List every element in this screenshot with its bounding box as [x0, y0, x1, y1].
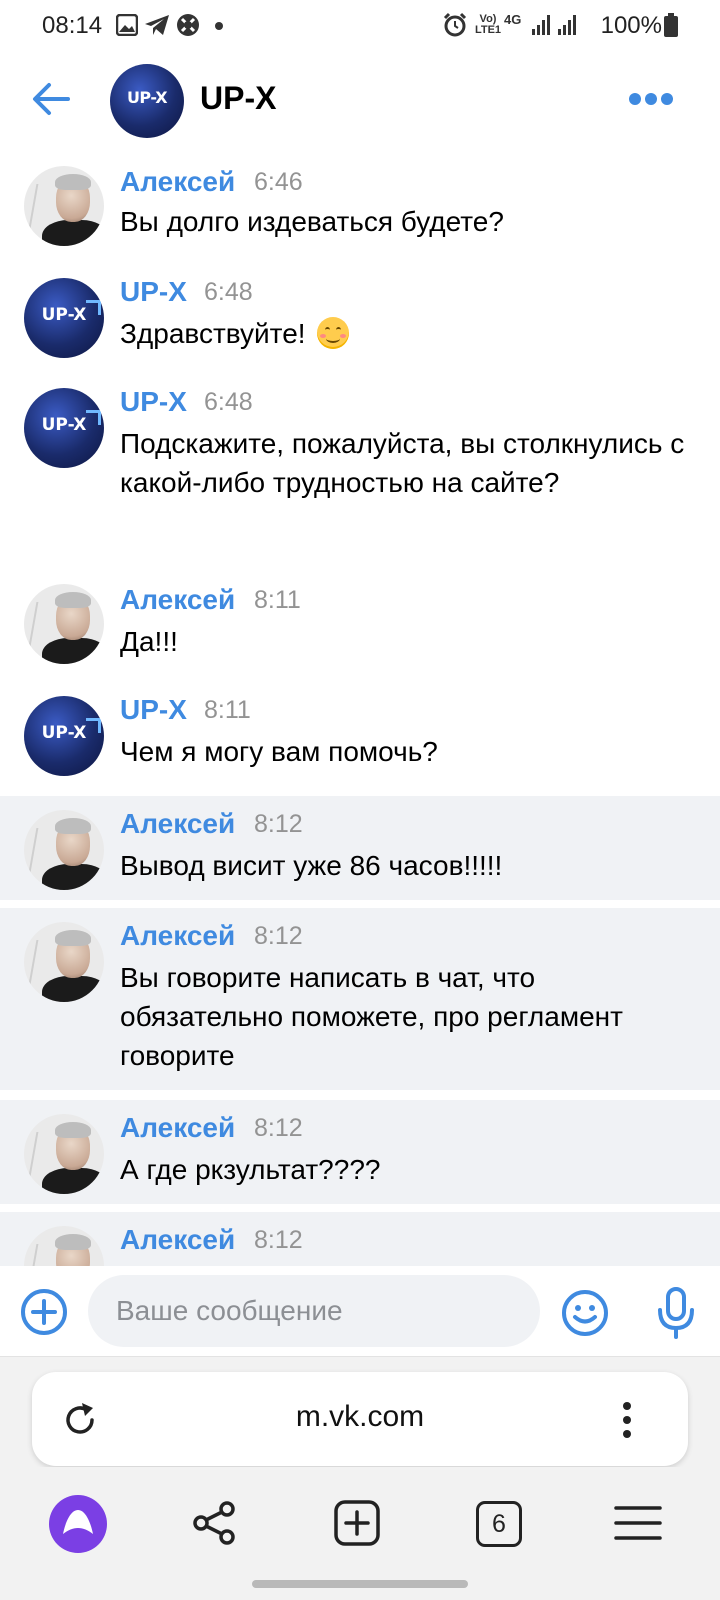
- message-text: Вы говорите написать в чат, что обязател…: [120, 962, 623, 1071]
- status-bar: 08:14 Vo) LTE1 4G 100%: [0, 0, 720, 52]
- message-author[interactable]: UP-X: [120, 276, 187, 308]
- message-time: 8:11: [254, 586, 301, 614]
- attach-plus-icon[interactable]: [20, 1288, 68, 1336]
- new-tab-plus-icon[interactable]: [334, 1500, 380, 1546]
- message-item[interactable]: UP-X UP-X 8:11 Чем я могу вам помочь?: [0, 670, 720, 780]
- avatar[interactable]: [24, 922, 104, 1002]
- message-item[interactable]: UP-X UP-X 6:48 Подскажите, пожалуйста, в…: [0, 370, 720, 560]
- message-text-content: Здравствуйте!: [120, 318, 306, 349]
- message-text: Подскажите, пожалуйста, вы столкнулись с…: [120, 428, 685, 498]
- signal-2-icon: [558, 15, 576, 35]
- more-options-icon[interactable]: [628, 92, 674, 106]
- browser-menu-kebab-icon[interactable]: [620, 1400, 634, 1440]
- smiling-face-emoji-icon: [317, 317, 350, 349]
- alarm-icon: [443, 12, 467, 37]
- message-author[interactable]: UP-X: [120, 694, 187, 726]
- message-text: Чем я могу вам помочь?: [120, 736, 438, 767]
- message-author[interactable]: Алексей: [120, 166, 235, 198]
- battery-percent: 100%: [600, 12, 662, 39]
- tabs-count-button[interactable]: 6: [476, 1501, 522, 1547]
- message-text: А где ркзультат????: [120, 1154, 381, 1185]
- chat-avatar[interactable]: UP-X: [110, 64, 184, 138]
- message-time: 8:11: [204, 696, 251, 724]
- message-item-unread[interactable]: Алексей 8:12 Вывод висит уже 86 часов!!!…: [0, 796, 720, 900]
- chat-title[interactable]: UP-X: [200, 80, 276, 117]
- avatar[interactable]: UP-X: [24, 696, 104, 776]
- volte-indicator: Vo) LTE1: [474, 13, 502, 36]
- message-item[interactable]: UP-X UP-X 6:48 Здравствуйте!: [0, 260, 720, 370]
- message-time: 6:48: [204, 278, 253, 306]
- share-icon[interactable]: [192, 1500, 238, 1546]
- message-text: Вы долго издеваться будете?: [120, 206, 504, 237]
- signal-1-icon: [532, 15, 550, 35]
- message-time: 8:12: [254, 1226, 303, 1254]
- message-text: Да!!!: [120, 626, 178, 657]
- message-time: 6:48: [204, 388, 253, 416]
- message-item-unread[interactable]: Алексей 8:12 А где ркзультат????: [0, 1100, 720, 1204]
- avatar[interactable]: [24, 166, 104, 246]
- network-type: 4G: [504, 12, 522, 27]
- address-bar[interactable]: m.vk.com: [32, 1372, 688, 1466]
- chat-avatar-logo: UP-X: [126, 88, 168, 107]
- url-text[interactable]: m.vk.com: [32, 1400, 688, 1434]
- more-notifications-dot-icon: [215, 22, 223, 30]
- message-author[interactable]: Алексей: [120, 808, 235, 840]
- message-author[interactable]: UP-X: [120, 386, 187, 418]
- avatar[interactable]: [24, 1226, 104, 1266]
- microphone-icon[interactable]: [654, 1286, 698, 1340]
- message-text: Вывод висит уже 86 часов!!!!!: [120, 850, 503, 881]
- message-time: 6:46: [254, 168, 303, 196]
- battery-icon: [664, 13, 678, 37]
- message-input[interactable]: [88, 1275, 540, 1347]
- message-author[interactable]: Алексей: [120, 584, 235, 616]
- message-item-unread[interactable]: Алексей 8:12: [0, 1212, 720, 1266]
- message-item[interactable]: Алексей 6:46 Вы долго издеваться будете?: [0, 150, 720, 260]
- avatar[interactable]: [24, 584, 104, 664]
- avatar[interactable]: [24, 810, 104, 890]
- telegram-icon: [145, 15, 169, 35]
- app-notification-icon: [177, 14, 199, 36]
- chat-header: [0, 52, 720, 148]
- message-time: 8:12: [254, 1114, 303, 1142]
- home-indicator[interactable]: [252, 1580, 468, 1588]
- message-item[interactable]: Алексей 8:11 Да!!!: [0, 560, 720, 670]
- message-author[interactable]: Алексей: [120, 1224, 235, 1256]
- alice-assistant-icon[interactable]: [48, 1494, 108, 1554]
- message-item-unread[interactable]: Алексей 8:12 Вы говорите написать в чат,…: [0, 908, 720, 1090]
- gallery-icon: [116, 14, 138, 36]
- avatar[interactable]: [24, 1114, 104, 1194]
- status-time: 08:14: [42, 12, 103, 39]
- back-arrow-icon[interactable]: [32, 82, 70, 116]
- message-time: 8:12: [254, 922, 303, 950]
- message-text: Здравствуйте!: [120, 314, 690, 353]
- hamburger-menu-icon[interactable]: [614, 1504, 662, 1542]
- avatar[interactable]: UP-X: [24, 388, 104, 468]
- message-author[interactable]: Алексей: [120, 1112, 235, 1144]
- message-time: 8:12: [254, 810, 303, 838]
- emoji-smile-icon[interactable]: [560, 1288, 610, 1338]
- avatar[interactable]: UP-X: [24, 278, 104, 358]
- message-author[interactable]: Алексей: [120, 920, 235, 952]
